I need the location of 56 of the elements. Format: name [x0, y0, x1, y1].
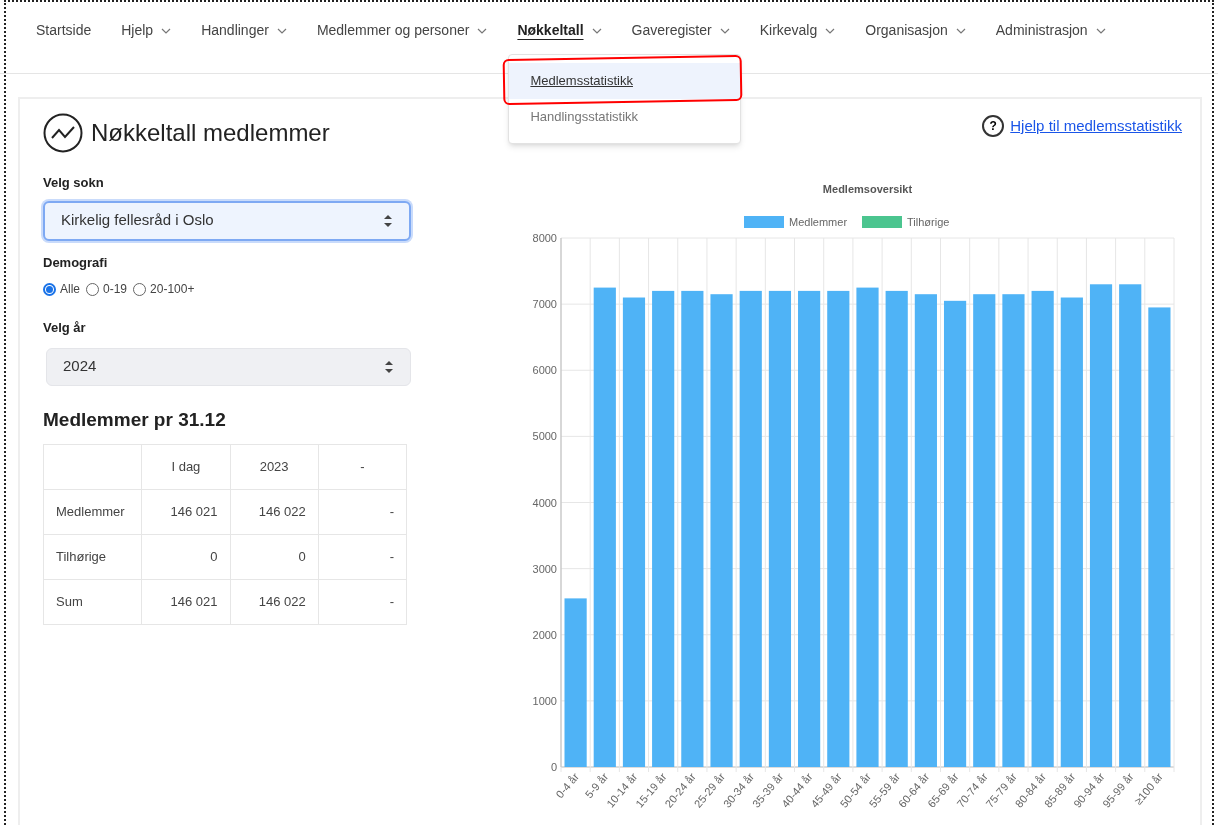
nav-menu-item[interactable]: Nøkkeltall: [517, 20, 602, 41]
table-header-cell: I dag: [141, 444, 230, 490]
select-field[interactable]: Kirkelig fellesråd i Oslo: [43, 200, 411, 241]
table-cell: 0: [230, 534, 319, 580]
table-cell: -: [318, 489, 407, 535]
table-cell: 146 022: [230, 489, 319, 535]
nav-menu-item[interactable]: Kirkevalg: [759, 20, 836, 41]
nav-menu-item[interactable]: Organisasjon: [865, 20, 966, 41]
nav-menu-item[interactable]: Handlinger: [201, 20, 287, 41]
y-tick-label: 4000: [532, 496, 557, 508]
dropdown-item[interactable]: Medlemsstatistikk: [509, 63, 741, 99]
page-title: Nøkkeltall medlemmer: [91, 118, 330, 148]
legend-label: Medlemmer: [789, 215, 848, 228]
field-label: Velg år: [43, 319, 87, 337]
y-tick-label: 0: [550, 760, 557, 773]
x-tick-label: 0-4 år: [553, 770, 582, 800]
table-cell: -: [318, 534, 407, 580]
nav-menu-item[interactable]: Medlemmer og personer: [316, 20, 488, 41]
table-header-cell: 2023: [230, 444, 319, 490]
help-link[interactable]: Hjelp til medlemsstatistikk: [1010, 115, 1182, 138]
x-tick-label: 5-9 år: [582, 770, 611, 800]
radio-label: Alle: [60, 281, 80, 298]
field-label: Demografi: [43, 253, 109, 272]
nav-menu-item[interactable]: Administrasjon: [995, 20, 1106, 41]
table-cell: 146 021: [141, 579, 230, 625]
y-tick-label: 3000: [532, 562, 557, 575]
table-cell: 146 022: [230, 579, 319, 625]
nav-menu-item[interactable]: Hjelp: [121, 20, 172, 41]
sort-arrows-icon: [384, 359, 394, 374]
y-tick-label: 6000: [532, 363, 557, 376]
sort-arrows-icon: [383, 213, 393, 228]
y-tick-label: 1000: [532, 694, 557, 707]
table-cell: 0: [141, 534, 230, 580]
line-chart-icon: [43, 113, 83, 153]
table-cell: -: [318, 579, 407, 625]
chart-title: Medlemsoversikt: [822, 182, 913, 195]
table-cell: Sum: [43, 579, 142, 625]
help-icon: ?: [982, 115, 1005, 138]
table-header-cell: -: [318, 444, 407, 490]
y-tick-label: 8000: [532, 231, 557, 244]
nav-menu-item[interactable]: Gaveregister: [631, 20, 730, 41]
field-label: Velg sokn: [43, 174, 105, 192]
dropdown-item[interactable]: Handlingsstatistikk: [509, 99, 741, 135]
section-title: Medlemmer pr 31.12: [43, 407, 227, 432]
nav-menu-item[interactable]: Startside: [36, 20, 92, 41]
legend-label: Tilhørige: [907, 215, 950, 228]
table-cell: Tilhørige: [43, 534, 142, 580]
radio-label: 20-100+: [150, 281, 195, 298]
table-cell: Medlemmer: [43, 489, 142, 535]
radio-button[interactable]: [43, 282, 56, 296]
table-cell: 146 021: [141, 489, 230, 535]
y-tick-label: 2000: [532, 628, 557, 641]
y-tick-label: 5000: [532, 429, 557, 442]
y-tick-label: 7000: [532, 297, 557, 310]
radio-label: 0-19: [103, 281, 128, 298]
select-field[interactable]: 2024: [46, 347, 411, 386]
